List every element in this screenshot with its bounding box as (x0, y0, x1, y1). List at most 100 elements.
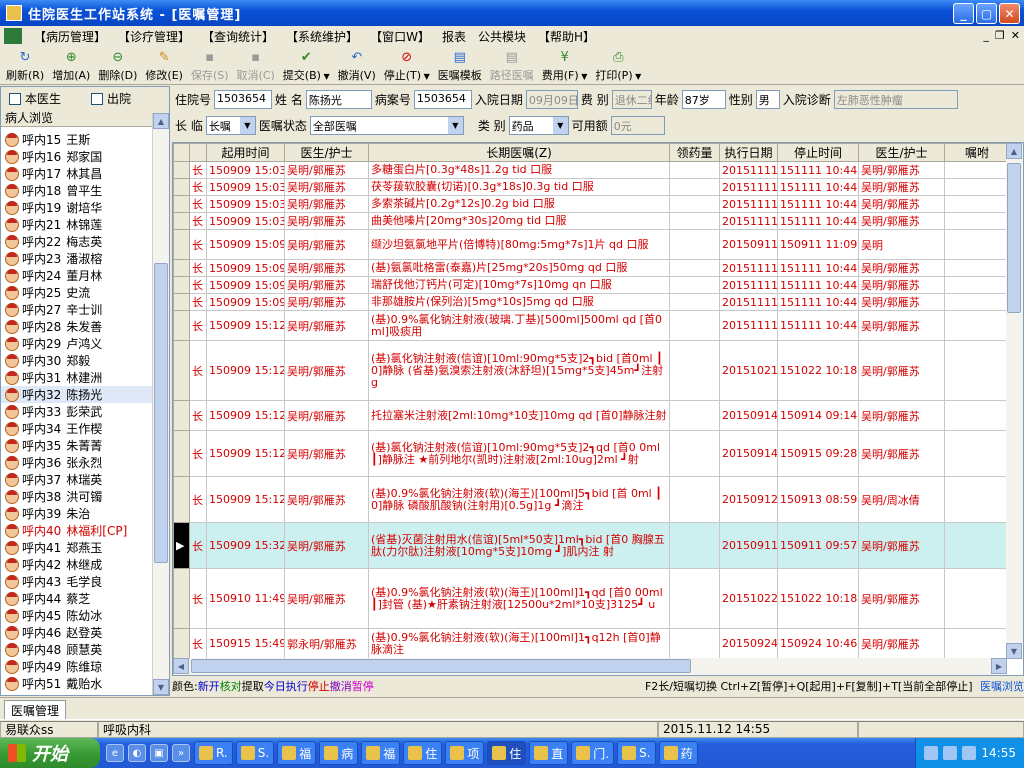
row-marker[interactable] (173, 340, 190, 401)
grid-header-6[interactable]: 执行日期 (719, 143, 778, 162)
scroll-right-icon[interactable]: ▶ (991, 658, 1007, 674)
menu-item-7[interactable]: 【帮助H】 (532, 28, 601, 45)
quick-launch-icon[interactable]: ▣ (150, 744, 168, 762)
menu-item-6[interactable]: 公共模块 (472, 28, 532, 45)
table-row[interactable]: 长 150909 15:12 吴明/郭雁苏 托拉塞米注射液[2ml:10mg*10支]… (173, 400, 1010, 431)
taskbar-task-button[interactable]: 直 (529, 741, 569, 765)
patient-list-item[interactable]: 呼内17 林其昌 (1, 165, 152, 182)
taskbar-task-button[interactable]: 药 (658, 741, 698, 765)
patient-list-item[interactable]: 呼内23 潘淑榕 (1, 250, 152, 267)
taskbar-task-button[interactable]: 住 (487, 741, 527, 765)
menu-item-0[interactable]: 【病历管理】 (28, 28, 112, 45)
patient-list-item[interactable]: 呼内30 郑毅 (1, 352, 152, 369)
scroll-up-icon[interactable]: ▲ (1006, 143, 1022, 159)
row-marker[interactable] (173, 229, 190, 260)
row-marker[interactable] (173, 276, 190, 294)
row-marker[interactable] (173, 628, 190, 659)
menu-item-4[interactable]: 【窗口W】 (364, 28, 436, 45)
toolbar-button-11[interactable]: ¥ 费用(F) ▼ (538, 47, 592, 83)
patient-list-scrollbar[interactable]: ▲ ▼ (152, 113, 169, 695)
patient-list-item[interactable]: 呼内25 史流 (1, 284, 152, 301)
patient-list-item[interactable]: 呼内37 林瑞英 (1, 471, 152, 488)
name-field[interactable]: 陈扬光 (305, 89, 372, 109)
grid-header-4[interactable]: 长期医嘱(Z) (368, 143, 670, 162)
grid-header-5[interactable]: 领药量 (669, 143, 720, 162)
row-marker[interactable] (173, 212, 190, 230)
table-row[interactable]: 长 150909 15:03 吴明/郭雁苏 曲美他嗪片[20mg*30s]20mg t… (173, 212, 1010, 230)
chevron-down-icon[interactable]: ▼ (552, 116, 568, 134)
row-marker[interactable] (173, 195, 190, 213)
patient-list-item[interactable]: 呼内48 顾慧英 (1, 641, 152, 658)
taskbar-task-button[interactable]: 病 (319, 741, 359, 765)
quick-launch-icon[interactable]: ◐ (128, 744, 146, 762)
table-row[interactable]: 长 150909 15:12 吴明/郭雁苏 (基)氯化钠注射液(信谊)[10ml:90… (173, 430, 1010, 477)
menu-item-5[interactable]: 报表 (436, 28, 472, 45)
taskbar-task-button[interactable]: 福 (277, 741, 317, 765)
scroll-up-icon[interactable]: ▲ (153, 113, 169, 129)
toolbar-button-7[interactable]: ↶ 撤消(V) (334, 47, 380, 83)
table-row[interactable]: ▶ 长 150909 15:32 吴明/郭雁苏 (省基)灭菌注射用水(信谊)[5ml*5… (173, 522, 1010, 569)
grid-header-8[interactable]: 医生/护士 (858, 143, 945, 162)
chevron-down-icon[interactable]: ▼ (447, 116, 463, 134)
quick-launch-icon[interactable]: » (172, 744, 190, 762)
order-browse-link[interactable]: 医嘱浏览 (980, 680, 1024, 693)
toolbar-button-12[interactable]: ⎙ 打印(P) ▼ (591, 47, 645, 83)
patient-list-item[interactable]: 呼内31 林建洲 (1, 369, 152, 386)
age-field[interactable]: 87岁 (681, 89, 726, 109)
taskbar-task-button[interactable]: S. (617, 741, 656, 765)
row-marker[interactable] (173, 476, 190, 523)
taskbar-task-button[interactable]: 福 (361, 741, 401, 765)
grid-header-3[interactable]: 医生/护士 (284, 143, 369, 162)
table-row[interactable]: 长 150915 15:49 郭永明/郭雁苏 (基)0.9%氯化钠注射液(软)(海王)… (173, 628, 1010, 659)
patient-list-item[interactable]: 呼内41 郑燕玉 (1, 539, 152, 556)
tab-order-management[interactable]: 医嘱管理 (4, 700, 67, 720)
table-row[interactable]: 长 150909 15:09 吴明/郭雁苏 非那雄胺片(保列治)[5mg*10s]5m… (173, 293, 1010, 311)
mdi-close-icon[interactable]: ✕ (1011, 29, 1020, 42)
scroll-down-icon[interactable]: ▼ (1006, 643, 1022, 659)
dropdown-arrow-icon[interactable]: ▼ (321, 72, 329, 81)
table-row[interactable]: 长 150909 15:12 吴明/郭雁苏 (基)0.9%氯化钠注射液(软)(海王)[… (173, 476, 1010, 523)
patient-list-item[interactable]: 呼内34 王作楔 (1, 420, 152, 437)
patient-list-item[interactable]: 呼内35 朱菁菁 (1, 437, 152, 454)
fee-type-field[interactable]: 退休二级 (611, 89, 652, 109)
row-marker[interactable] (173, 310, 190, 341)
row-marker[interactable] (173, 161, 190, 179)
dropdown-arrow-icon[interactable]: ▼ (633, 72, 641, 81)
patient-list-item[interactable]: 呼内46 赵登英 (1, 624, 152, 641)
toolbar-button-10[interactable]: ▤ 路径医嘱 (486, 47, 538, 83)
table-row[interactable]: 长 150909 15:03 吴明/郭雁苏 多索茶碱片[0.2g*12s]0.2g b… (173, 195, 1010, 213)
toolbar-button-0[interactable]: ↻ 刷新(R) (2, 47, 48, 83)
menu-item-2[interactable]: 【查询统计】 (196, 28, 280, 45)
patient-list-item[interactable]: 呼内49 陈维琼 (1, 658, 152, 675)
patient-list-item[interactable]: 呼内22 梅志英 (1, 233, 152, 250)
mdi-minimize-icon[interactable]: _ (983, 29, 989, 42)
row-marker[interactable] (173, 259, 190, 277)
tray-keyboard-icon[interactable] (924, 746, 939, 760)
patient-list-item[interactable]: 呼内24 董月林 (1, 267, 152, 284)
toolbar-button-8[interactable]: ⊘ 停止(T) ▼ (380, 47, 434, 83)
table-row[interactable]: 长 150909 15:09 吴明/郭雁苏 (基)氨氯吡格雷(泰嘉)片[25mg*20… (173, 259, 1010, 277)
patient-list-item[interactable]: 呼内45 陈幼冰 (1, 607, 152, 624)
scroll-thumb[interactable] (191, 659, 691, 673)
patient-list-item[interactable]: 呼内33 彭荣武 (1, 403, 152, 420)
case-no-field[interactable]: 1503654 (413, 89, 472, 109)
scroll-left-icon[interactable]: ◀ (173, 658, 189, 674)
grid-vertical-scrollbar[interactable]: ▲ ▼ (1006, 143, 1023, 659)
dropdown-arrow-icon[interactable]: ▼ (579, 72, 587, 81)
admit-date-field[interactable]: 09月09日 (525, 89, 578, 109)
tray-clock[interactable]: 14:55 (981, 746, 1016, 760)
table-row[interactable]: 长 150909 15:03 吴明/郭雁苏 多糖蛋白片[0.3g*48s]1.2g t… (173, 161, 1010, 179)
patient-list-item[interactable]: 呼内28 朱发善 (1, 318, 152, 335)
taskbar-task-button[interactable]: R. (194, 741, 233, 765)
grid-header-7[interactable]: 停止时间 (777, 143, 859, 162)
row-marker[interactable] (173, 400, 190, 431)
taskbar-task-button[interactable]: 项 (445, 741, 485, 765)
maximize-button[interactable]: ▢ (976, 3, 997, 24)
scroll-thumb[interactable] (154, 263, 168, 563)
diagnosis-field[interactable]: 左肺恶性肿瘤 (833, 89, 958, 109)
table-row[interactable]: 长 150909 15:12 吴明/郭雁苏 (基)氯化钠注射液(信谊)[10ml:90… (173, 340, 1010, 401)
taskbar-task-button[interactable]: 门. (571, 741, 615, 765)
admission-no-field[interactable]: 1503654 (214, 89, 273, 109)
patient-list-item[interactable]: 呼内38 洪可镯 (1, 488, 152, 505)
table-row[interactable]: 长 150909 15:09 吴明/郭雁苏 瑞舒伐他汀钙片(可定)[10mg*7s]1… (173, 276, 1010, 294)
